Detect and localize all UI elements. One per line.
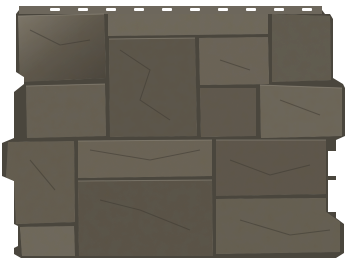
stone-block — [200, 88, 256, 137]
stone-block — [199, 37, 269, 85]
mounting-strip — [19, 6, 322, 14]
stone-block — [272, 14, 331, 82]
stone-block — [109, 38, 197, 137]
stone-block — [6, 141, 75, 224]
stone-block — [260, 85, 342, 138]
stone-block — [78, 180, 213, 256]
stone-block — [216, 198, 340, 254]
stone-block — [26, 84, 106, 138]
stone-blocks — [6, 14, 342, 256]
stone-block — [108, 14, 268, 36]
stone-block — [20, 226, 75, 256]
stone-block — [216, 140, 326, 196]
stone-block — [18, 14, 106, 82]
stone-facade-panel — [2, 6, 345, 258]
